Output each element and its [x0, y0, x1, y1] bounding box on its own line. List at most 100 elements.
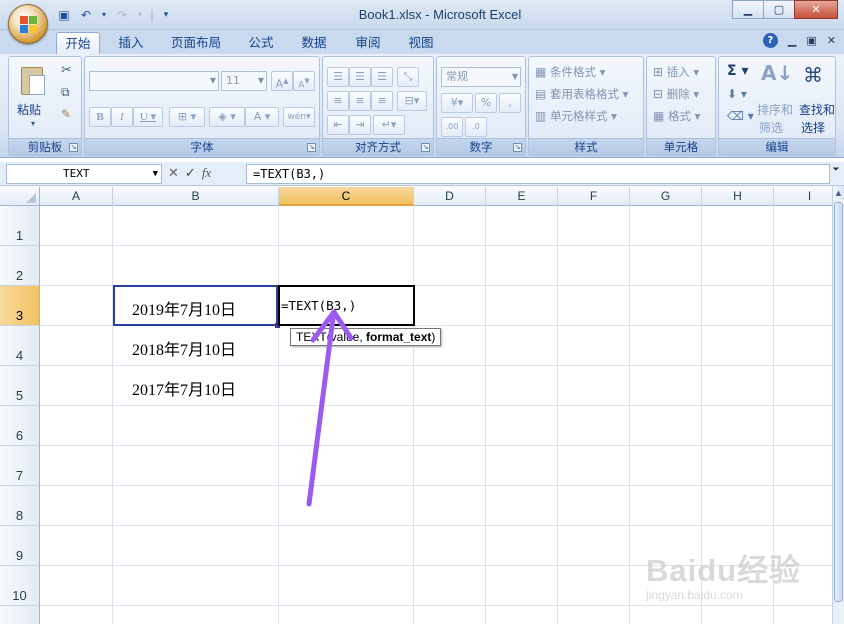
expand-formula-bar-icon[interactable]: ⏷	[830, 165, 842, 183]
tab-home[interactable]: 开始	[56, 32, 100, 54]
percent-icon[interactable]: %	[475, 93, 497, 113]
borders-icon[interactable]: ⊞ ▾	[169, 107, 205, 127]
wrap-text-icon[interactable]: ↵▾	[373, 115, 405, 135]
tooltip-arg-value[interactable]: value	[331, 330, 360, 344]
column-header-d[interactable]: D	[414, 187, 486, 206]
fill-icon[interactable]: ⬇ ▾	[727, 87, 747, 101]
save-icon[interactable]: ▣	[56, 7, 72, 23]
align-left-icon[interactable]: ≡	[327, 91, 349, 111]
alignment-launcher-icon[interactable]: ↘	[421, 143, 430, 152]
find-select-label-2[interactable]: 选择	[801, 119, 825, 136]
tab-insert[interactable]: 插入	[108, 32, 154, 54]
underline-icon[interactable]: U ▾	[133, 107, 163, 127]
tab-page-layout[interactable]: 页面布局	[164, 32, 228, 54]
decrease-font-size-icon[interactable]: A▼	[293, 71, 315, 91]
increase-indent-icon[interactable]: ⇥	[349, 115, 371, 135]
comma-style-icon[interactable]: ,	[499, 93, 521, 113]
column-header-c[interactable]: C	[279, 187, 414, 206]
sort-filter-icon[interactable]: A↓	[761, 61, 793, 85]
ribbon-restore-icon[interactable]: ▣	[806, 34, 816, 47]
cell-b4[interactable]: 2018年7月10日	[132, 336, 236, 360]
tab-review[interactable]: 审阅	[346, 32, 390, 54]
redo-dropdown-icon[interactable]: ▾	[136, 7, 144, 23]
row-header-5[interactable]: 5	[0, 366, 40, 406]
name-box[interactable]: TEXT ▼	[6, 164, 162, 184]
italic-icon[interactable]: I	[111, 107, 133, 127]
undo-icon[interactable]: ↶	[78, 7, 94, 23]
align-right-icon[interactable]: ≡	[371, 91, 393, 111]
cut-icon[interactable]: ✂	[61, 63, 72, 78]
font-color-icon[interactable]: A ▾	[245, 107, 279, 127]
conditional-format-button[interactable]: ▦ 条件格式 ▾	[535, 63, 605, 81]
cancel-icon[interactable]: ✕	[168, 166, 179, 181]
sort-filter-label-2[interactable]: 筛选	[759, 119, 783, 136]
row-header-6[interactable]: 6	[0, 406, 40, 446]
column-header-g[interactable]: G	[630, 187, 702, 206]
redo-icon[interactable]: ↷	[114, 7, 130, 23]
format-cells-button[interactable]: ▦ 格式 ▾	[653, 107, 700, 125]
help-icon[interactable]: ?	[762, 33, 778, 48]
ribbon-minimize-icon[interactable]: ▁	[788, 34, 796, 47]
row-header-1[interactable]: 1	[0, 206, 40, 246]
close-button[interactable]: ✕	[794, 0, 838, 19]
row-header-11[interactable]	[0, 606, 40, 624]
clipboard-launcher-icon[interactable]: ↘	[69, 143, 78, 152]
row-header-2[interactable]: 2	[0, 246, 40, 286]
increase-decimal-icon[interactable]: .00	[441, 117, 463, 137]
vertical-scrollbar[interactable]: ▲	[832, 186, 844, 624]
row-header-3[interactable]: 3	[0, 286, 40, 326]
row-header-10[interactable]: 10	[0, 566, 40, 606]
tooltip-arg-format-text[interactable]: format_text	[366, 330, 431, 344]
cell-b5[interactable]: 2017年7月10日	[132, 376, 236, 400]
align-middle-icon[interactable]: ☰	[349, 67, 371, 87]
minimize-button[interactable]: ▁	[732, 0, 764, 19]
column-header-i[interactable]: I	[774, 187, 832, 206]
row-header-4[interactable]: 4	[0, 326, 40, 366]
autosum-icon[interactable]: Σ ▾	[727, 63, 748, 79]
format-painter-icon[interactable]: ✎	[61, 107, 71, 121]
paste-icon[interactable]	[19, 63, 47, 97]
decrease-decimal-icon[interactable]: .0	[465, 117, 487, 137]
tab-formulas[interactable]: 公式	[240, 32, 282, 54]
scroll-thumb[interactable]	[834, 202, 843, 602]
align-center-icon[interactable]: ≡	[349, 91, 371, 111]
format-as-table-button[interactable]: ▤ 套用表格格式 ▾	[535, 85, 628, 103]
column-header-b[interactable]: B	[113, 187, 279, 206]
sort-filter-label-1[interactable]: 排序和	[757, 101, 793, 118]
insert-function-icon[interactable]: fx	[202, 165, 211, 181]
column-header-h[interactable]: H	[702, 187, 774, 206]
copy-icon[interactable]: ⧉	[61, 85, 70, 100]
merge-center-icon[interactable]: ⊟▾	[397, 91, 427, 111]
number-launcher-icon[interactable]: ↘	[513, 143, 522, 152]
align-top-icon[interactable]: ☰	[327, 67, 349, 87]
ribbon-close-icon[interactable]: ✕	[827, 34, 836, 47]
tooltip-function[interactable]: TEXT(	[296, 330, 331, 344]
select-all-button[interactable]	[0, 187, 40, 206]
office-button[interactable]	[8, 4, 48, 44]
formula-input[interactable]: =TEXT(B3,)	[246, 164, 830, 184]
align-bottom-icon[interactable]: ☰	[371, 67, 393, 87]
decrease-indent-icon[interactable]: ⇤	[327, 115, 349, 135]
customize-qat-icon[interactable]: ▾	[158, 7, 174, 23]
row-header-7[interactable]: 7	[0, 446, 40, 486]
clear-icon[interactable]: ⌫ ▾	[727, 109, 754, 123]
cell-c3-editor[interactable]: =TEXT(B3,)	[278, 285, 415, 326]
column-header-e[interactable]: E	[486, 187, 558, 206]
find-select-label-1[interactable]: 查找和	[799, 101, 835, 118]
font-launcher-icon[interactable]: ↘	[307, 143, 316, 152]
bold-icon[interactable]: B	[89, 107, 111, 127]
number-format-combo[interactable]: 常规 ▼	[441, 67, 521, 87]
font-name-combo[interactable]: ▼	[89, 71, 219, 91]
paste-button-label[interactable]: 粘贴	[17, 101, 41, 118]
fill-color-icon[interactable]: ◈ ▾	[209, 107, 245, 127]
cell-styles-button[interactable]: ▥ 单元格样式 ▾	[535, 107, 617, 125]
increase-font-size-icon[interactable]: A▲	[271, 71, 293, 91]
phonetic-guide-icon[interactable]: wén▾	[283, 107, 315, 127]
font-size-combo[interactable]: 11 ▼	[221, 71, 267, 91]
delete-cells-button[interactable]: ⊟ 删除 ▾	[653, 85, 699, 103]
row-header-9[interactable]: 9	[0, 526, 40, 566]
tab-data[interactable]: 数据	[292, 32, 336, 54]
tab-view[interactable]: 视图	[400, 32, 442, 54]
undo-dropdown-icon[interactable]: ▾	[100, 7, 108, 23]
maximize-button[interactable]: ▢	[763, 0, 795, 19]
